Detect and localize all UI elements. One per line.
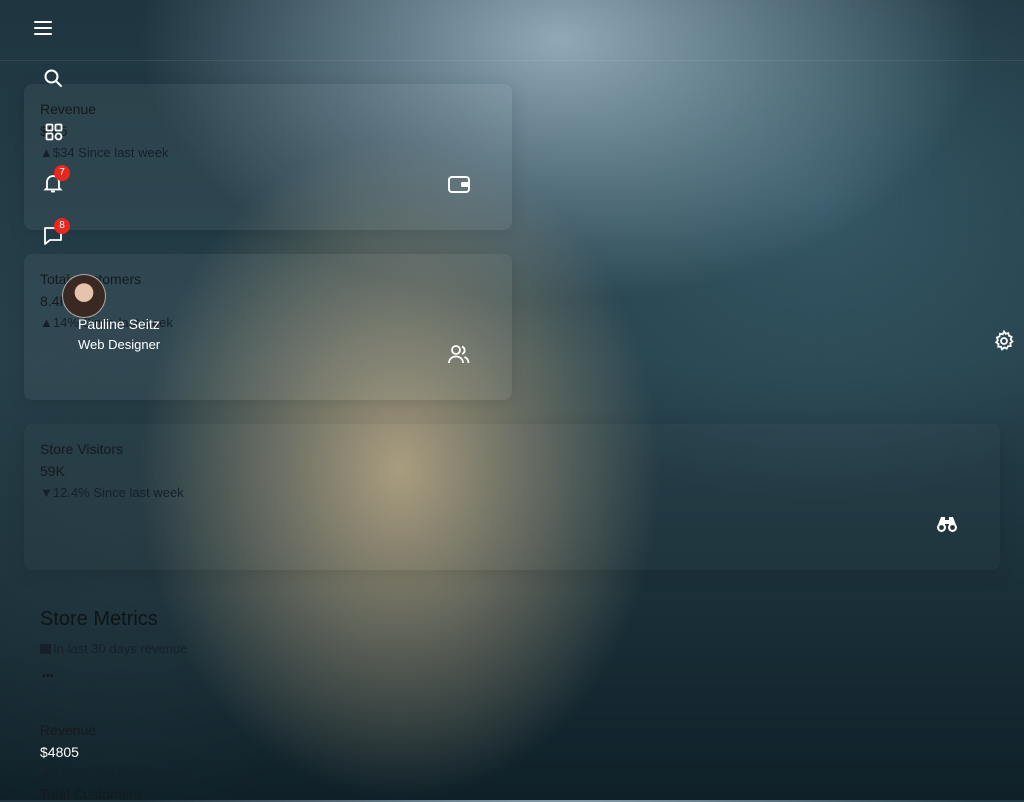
visitors-card-value: 59K xyxy=(40,463,65,479)
metrics-revenue-title: Revenue xyxy=(40,722,97,738)
binoculars-icon xyxy=(934,514,960,534)
store-metrics-title: Store Metrics xyxy=(40,608,158,630)
wallet-icon xyxy=(447,174,471,194)
metrics-revenue-trend: ▲$1458 Since last month xyxy=(40,766,189,781)
trend-up-icon: ▲ xyxy=(40,315,53,330)
store-metrics-subtitle: In last 30 days revenue xyxy=(40,641,187,657)
trend-up-icon: ▲ xyxy=(40,766,53,781)
revenue-card-trend: ▲$34 Since last week xyxy=(40,145,169,160)
hamburger-menu-icon[interactable] xyxy=(32,18,54,38)
gear-icon[interactable] xyxy=(992,329,1016,353)
profile-name: Pauline Seitz xyxy=(78,316,160,332)
trend-down-icon: ▼ xyxy=(40,485,53,500)
visitors-card-title: Store Visitors xyxy=(40,441,123,457)
messages-badge: 8 xyxy=(54,218,70,234)
avatar[interactable] xyxy=(62,274,106,318)
profile-role: Web Designer xyxy=(78,337,161,352)
metrics-revenue-value: $4805 xyxy=(40,744,79,760)
top-bar xyxy=(0,0,1024,61)
trend-up-icon: ▲ xyxy=(40,145,53,160)
calendar-icon xyxy=(40,644,51,654)
more-options-icon[interactable]: ••• xyxy=(42,668,54,684)
revenue-card-title: Revenue xyxy=(40,101,97,117)
search-icon[interactable] xyxy=(42,67,64,89)
users-icon xyxy=(447,343,471,365)
notifications-badge: 7 xyxy=(54,165,70,181)
dashboard-icon[interactable] xyxy=(43,121,65,143)
visitors-card-trend: ▼12.4% Since last week xyxy=(40,485,184,500)
